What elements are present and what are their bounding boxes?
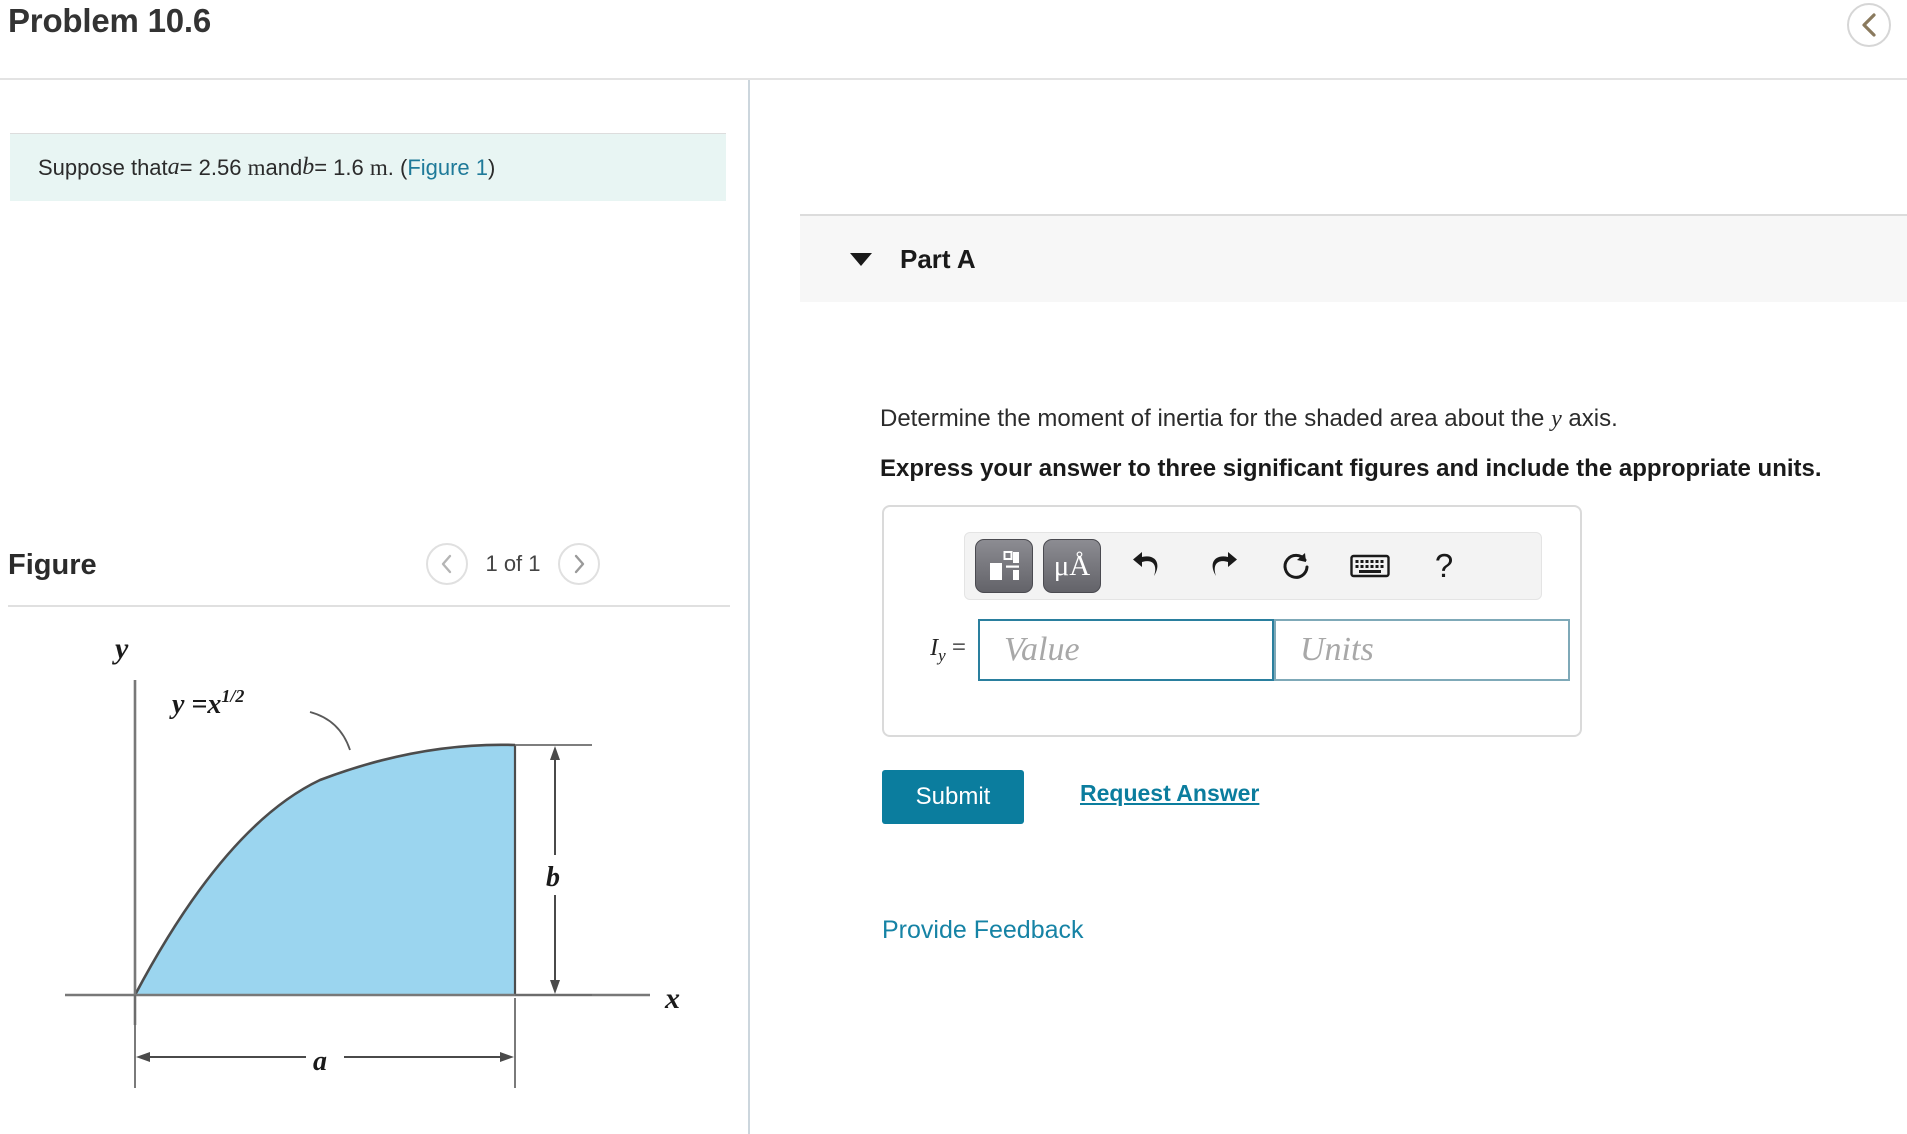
part-a-label: Part A [900,243,976,274]
math-toolbar: μÅ ? [964,532,1542,600]
a-arrow-left [136,1052,150,1062]
value-placeholder: Value [1004,631,1080,668]
mu-angstrom-glyph: μÅ [1053,549,1091,582]
part-a-header[interactable]: Part A [800,214,1907,302]
reset-icon[interactable] [1269,539,1323,593]
keyboard-glyph [1350,554,1390,578]
value-input[interactable]: Value [978,619,1274,681]
figure-header: Figure 1 of 1 [8,543,730,605]
statement-a-unit: m [247,154,266,180]
chevron-left-icon [1862,13,1876,37]
figure-diagram-svg: y x y =x1/2 b a [65,632,680,1088]
units-input[interactable]: Units [1274,619,1570,681]
answer-input-container: μÅ ? Iy = Value Units [882,505,1582,737]
a-arrow-right [500,1052,514,1062]
units-mu-angstrom-icon[interactable]: μÅ [1043,539,1101,593]
y-axis-label: y [112,632,129,665]
statement-var-a: a [167,154,180,180]
help-glyph: ? [1434,547,1454,584]
figure-diagram[interactable]: y x y =x1/2 b a [10,620,730,1120]
back-button[interactable] [1847,3,1891,47]
label-leader-line [309,711,351,751]
keyboard-icon[interactable] [1343,539,1397,593]
b-arrow-up [550,746,560,760]
question-prefix: Determine the moment of inertia for the … [880,405,1552,432]
undo-icon[interactable] [1121,539,1175,593]
statement-a-value: = 2.56 [179,154,242,180]
statement-b-unit: m [369,154,388,180]
right-panel: Part A Determine the moment of inertia f… [750,80,1907,1134]
b-arrow-down [550,980,560,994]
figure-1-link[interactable]: Figure 1 [407,155,488,181]
request-answer-link[interactable]: Request Answer [1080,780,1259,807]
statement-prefix: Suppose that [38,154,168,180]
answer-row: Iy = Value Units [904,619,1570,681]
statement-b-value: = 1.6 [314,154,364,180]
figure-page-indicator: 1 of 1 [485,551,541,576]
figure-divider [8,605,730,607]
a-dimension-label: a [313,1046,327,1077]
figure-prev-button[interactable] [426,543,468,585]
reset-glyph [1283,553,1309,579]
problem-statement: Suppose that a = 2.56 m and b = 1.6 m . … [10,133,726,201]
caret-down-icon[interactable] [850,252,872,266]
figure-pager: 1 of 1 [426,543,600,585]
question-suffix: axis. [1561,405,1618,432]
redo-icon[interactable] [1195,539,1249,593]
undo-glyph [1133,552,1158,576]
submit-button[interactable]: Submit [882,770,1024,824]
chevron-left-icon [441,554,452,574]
statement-closeparen: ) [488,154,496,180]
b-dimension-label: b [546,862,560,893]
units-placeholder: Units [1300,631,1374,668]
provide-feedback-link[interactable]: Provide Feedback [882,916,1084,945]
x-axis-label: x [664,982,680,1015]
statement-period: . ( [387,154,408,180]
top-header-bar: Problem 10.6 [0,0,1907,80]
answer-equals: = [945,634,966,661]
answer-symbol: I [930,635,939,661]
curve-equation-label: y =x1/2 [169,686,244,720]
template-icon[interactable] [975,539,1033,593]
express-instruction: Express your answer to three significant… [880,455,1822,482]
answer-symbol-subscript: y [938,646,946,665]
template-glyph [990,551,1019,580]
question-prompt: Determine the moment of inertia for the … [880,405,1618,433]
statement-mid: and [265,154,303,180]
shaded-area [135,744,515,995]
statement-var-b: b [302,154,315,180]
question-axis-var: y [1551,406,1562,432]
answer-symbol-label: Iy = [904,634,966,666]
page-title: Problem 10.6 [8,2,212,39]
figure-title: Figure [8,549,97,581]
help-icon[interactable]: ? [1417,539,1471,593]
left-panel: Suppose that a = 2.56 m and b = 1.6 m . … [0,80,748,1134]
redo-glyph [1212,552,1237,576]
figure-next-button[interactable] [558,543,600,585]
chevron-right-icon [574,554,585,574]
